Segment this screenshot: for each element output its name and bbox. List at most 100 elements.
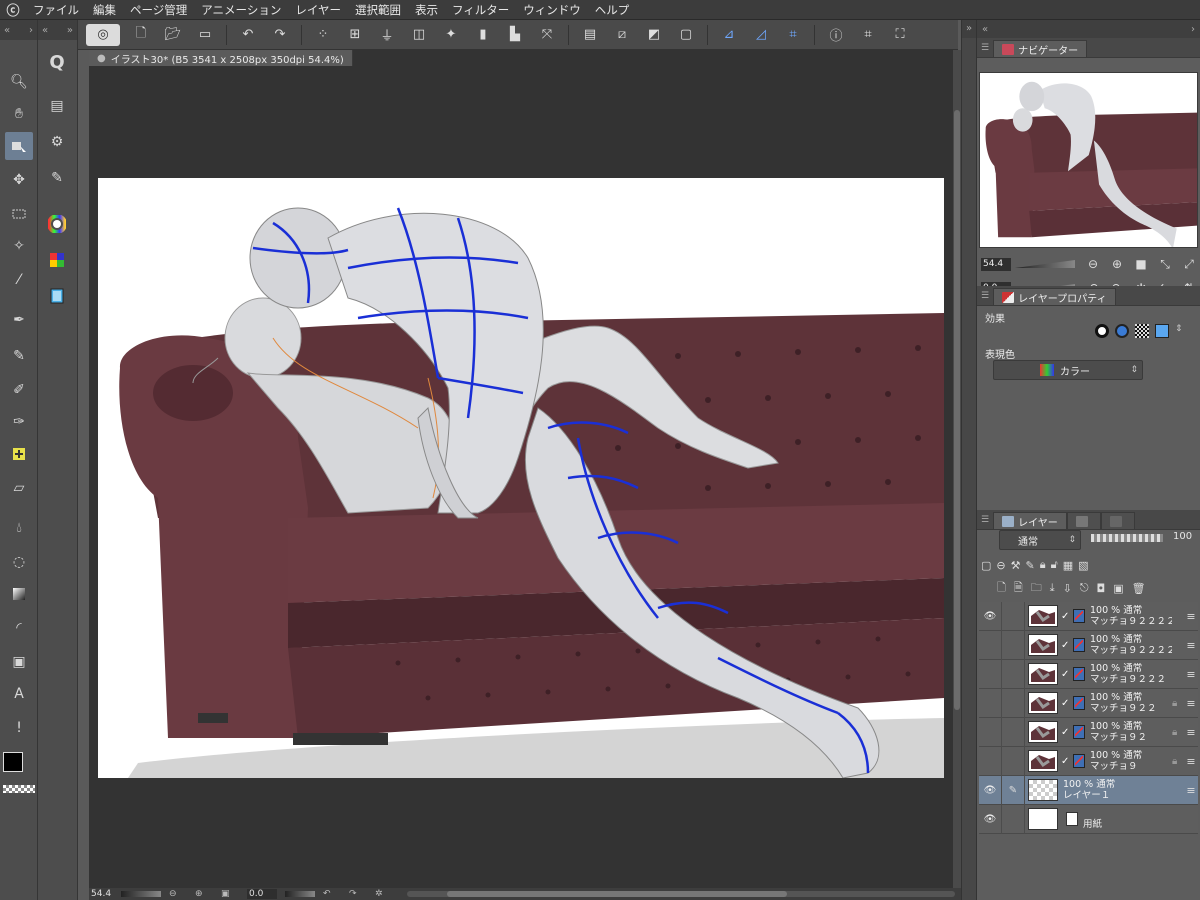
layer-row[interactable]: 👁︎ 用紙: [979, 804, 1198, 834]
export-icon[interactable]: ⎋: [1080, 581, 1089, 595]
new-document-icon[interactable]: 🗋︎: [130, 24, 152, 46]
deselect-icon[interactable]: ⁘: [312, 24, 334, 46]
mask-icon[interactable]: ▦: [1063, 559, 1073, 572]
visibility-icon[interactable]: 👁︎: [979, 814, 1001, 825]
zoom-out-icon[interactable]: ⊖: [169, 889, 181, 899]
expand-icon[interactable]: »: [962, 20, 976, 38]
airbrush-tool-icon[interactable]: ✑: [5, 408, 33, 436]
layer-lock-column[interactable]: [1001, 601, 1025, 631]
new-folder-icon[interactable]: 🗀︎: [1031, 579, 1042, 598]
fit-screen-icon[interactable]: ⤡: [1157, 256, 1173, 272]
eyedropper-icon[interactable]: ⁄: [5, 266, 33, 294]
lock-transparency-icon[interactable]: 🔓︎: [1051, 558, 1058, 572]
navigator-zoom-slider[interactable]: [1015, 260, 1075, 268]
horizontal-scrollbar[interactable]: [407, 891, 955, 897]
lock-layer-icon[interactable]: 🔒︎: [1040, 558, 1046, 572]
reference-layer-icon[interactable]: ⚒: [1011, 559, 1021, 572]
selection-tool-icon[interactable]: [5, 200, 33, 228]
fit-window-icon[interactable]: ⤢: [1181, 256, 1197, 272]
scrollbar-thumb[interactable]: [447, 891, 787, 897]
scale-icon[interactable]: ⤧: [536, 24, 558, 46]
color-set-icon[interactable]: [43, 246, 71, 274]
layer-menu-icon[interactable]: ≡: [1184, 668, 1198, 681]
quick-access-icon[interactable]: Q: [43, 48, 71, 76]
main-color-swatch[interactable]: [3, 752, 23, 772]
layer-lock-column[interactable]: [1001, 630, 1025, 660]
tab-layer-property[interactable]: レイヤープロパティ: [993, 288, 1116, 305]
snap-ruler-icon[interactable]: ⊿: [718, 24, 740, 46]
chevron-right-icon[interactable]: ›: [29, 25, 33, 36]
app-logo-icon[interactable]: ⓒ: [0, 0, 26, 20]
layer-row[interactable]: ✓ 100 % 通常 マッチョ９ 🔒︎ ≡: [979, 746, 1198, 776]
collapse-icon[interactable]: «: [982, 24, 988, 35]
snap-off-icon[interactable]: ⧄: [611, 24, 633, 46]
filter-icon[interactable]: ⏚: [376, 24, 398, 46]
copy-layer-icon[interactable]: ▮: [472, 24, 494, 46]
layer-menu-icon[interactable]: ≡: [1184, 639, 1198, 652]
tab-layer[interactable]: レイヤー: [993, 512, 1067, 529]
new-raster-layer-icon[interactable]: 🗋︎: [997, 579, 1006, 598]
menu-animation[interactable]: アニメーション: [194, 2, 288, 18]
zoom-out-icon[interactable]: ⊖: [1085, 256, 1101, 272]
transform-icon[interactable]: ⊞: [344, 24, 366, 46]
clip-icon[interactable]: ⊖: [996, 559, 1005, 572]
expression-color-select[interactable]: カラー ⇕: [993, 360, 1143, 380]
text-tool-icon[interactable]: A: [5, 680, 33, 708]
snap-special-ruler-icon[interactable]: ◿: [750, 24, 772, 46]
wand-command-icon[interactable]: ✦: [440, 24, 462, 46]
snap-grid-icon[interactable]: ⌗: [782, 24, 804, 46]
border-color-icon[interactable]: ▢: [981, 559, 991, 572]
fit-view-icon[interactable]: ▣: [221, 889, 233, 899]
layer-menu-icon[interactable]: ≡: [1184, 784, 1198, 797]
show-ruler-icon[interactable]: ▤: [579, 24, 601, 46]
scrollbar-thumb[interactable]: [954, 110, 960, 710]
layer-lock-column[interactable]: [1001, 717, 1025, 747]
fill-command-icon[interactable]: ◫: [408, 24, 430, 46]
ruler-icon[interactable]: ▧: [1078, 559, 1088, 572]
watercolor-edge-icon[interactable]: [1115, 324, 1129, 338]
delete-layer-icon[interactable]: 🗑︎: [1132, 582, 1146, 595]
border-icon[interactable]: ▢: [675, 24, 697, 46]
drawing-paper[interactable]: [98, 178, 944, 778]
tab-navigator[interactable]: ナビゲーター: [993, 40, 1088, 57]
navigator-zoom-value[interactable]: 54.4: [981, 257, 1011, 271]
zoom-in-icon[interactable]: ⊕: [1109, 256, 1125, 272]
blend-mode-select[interactable]: 通常 ⇕: [999, 530, 1081, 550]
panel-menu-icon[interactable]: ☰: [981, 291, 989, 301]
layer-color-icon[interactable]: [1155, 324, 1169, 338]
redo-icon[interactable]: ↷: [269, 24, 291, 46]
menu-selection[interactable]: 選択範囲: [348, 2, 408, 18]
stepper-icon[interactable]: ⇕: [1175, 324, 1183, 338]
brush-size-icon[interactable]: ✎: [43, 164, 71, 192]
figure-tool-icon[interactable]: ◜: [5, 614, 33, 642]
actual-size-icon[interactable]: ■: [1133, 256, 1149, 272]
zoom-in-icon[interactable]: ⊕: [195, 889, 207, 899]
transfer-down-icon[interactable]: ⤓: [1050, 581, 1055, 595]
menu-filter[interactable]: フィルター: [445, 2, 516, 18]
color-wheel-icon[interactable]: [43, 210, 71, 238]
rotation-slider[interactable]: [285, 891, 315, 897]
layer-row[interactable]: ✓ 100 % 通常 マッチョ９２２２ ≡: [979, 659, 1198, 689]
brush-tool-icon[interactable]: ✐: [5, 376, 33, 404]
document-tab[interactable]: ● イラスト30* (B5 3541 x 2508px 350dpi 54.4%…: [89, 50, 353, 66]
rotate-left-icon[interactable]: ↶: [323, 889, 335, 899]
fullscreen-icon[interactable]: ⛶: [889, 24, 911, 46]
vertical-scrollbar[interactable]: [953, 50, 961, 888]
hand-tool-icon[interactable]: ✋︎: [5, 100, 33, 128]
menu-edit[interactable]: 編集: [86, 2, 123, 18]
draft-layer-icon[interactable]: ✎: [1026, 559, 1035, 572]
layer-row[interactable]: ✓ 100 % 通常 マッチョ９２２２２ ≡: [979, 630, 1198, 660]
zoom-tool-icon[interactable]: 🔍︎: [5, 68, 33, 96]
layer-lock-column[interactable]: [1001, 688, 1025, 718]
undo-icon[interactable]: ↶: [237, 24, 259, 46]
visibility-icon[interactable]: 👁︎: [979, 785, 1001, 796]
chevron-right-icon[interactable]: ›: [1191, 24, 1195, 35]
clip-studio-icon[interactable]: ◎: [86, 23, 120, 46]
tab-layer-search[interactable]: [1066, 512, 1101, 529]
tab-animation-cels[interactable]: [1100, 512, 1135, 529]
rotation-readout[interactable]: 0.0: [247, 889, 277, 899]
animation-cels-icon[interactable]: [43, 282, 71, 310]
open-icon[interactable]: 📂︎: [162, 24, 184, 46]
menu-window[interactable]: ウィンドウ: [516, 2, 588, 18]
menu-file[interactable]: ファイル: [26, 2, 86, 18]
